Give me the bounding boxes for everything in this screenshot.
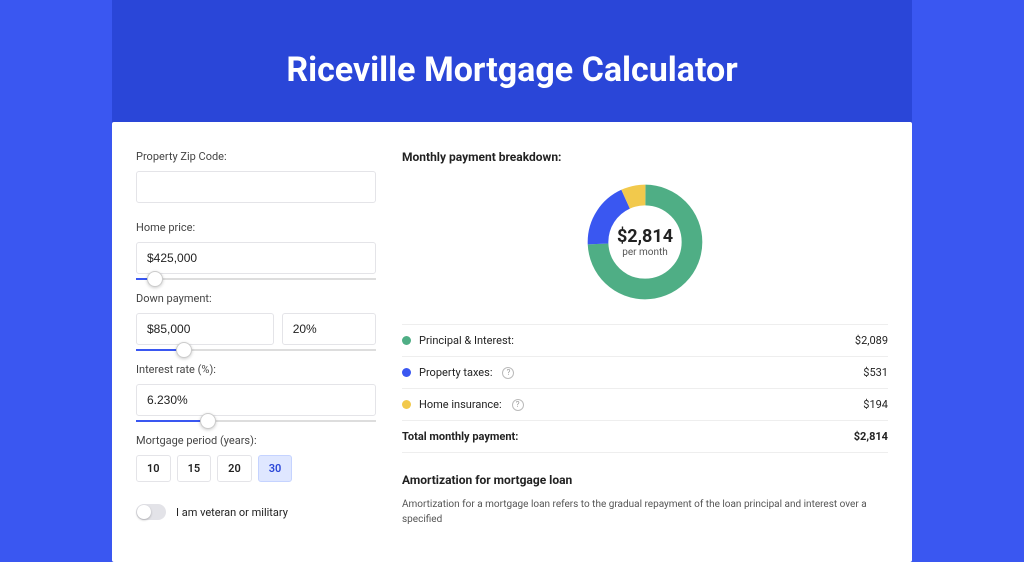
breakdown-label: Principal & Interest:: [419, 334, 514, 347]
breakdown-table: Principal & Interest: $2,089 Property taxe…: [402, 324, 888, 453]
legend-dot: [402, 368, 411, 377]
donut-sub: per month: [622, 247, 668, 258]
inputs-panel: Property Zip Code: Home price: Down paym…: [136, 150, 376, 562]
amortization-body: Amortization for a mortgage loan refers …: [402, 497, 888, 527]
zip-label: Property Zip Code:: [136, 150, 376, 163]
home-price-input[interactable]: [136, 242, 376, 274]
down-payment-percent-input[interactable]: [282, 313, 376, 345]
amortization-title: Amortization for mortgage loan: [402, 473, 888, 487]
interest-rate-field-wrap: Interest rate (%):: [136, 363, 376, 416]
zip-field-wrap: Property Zip Code:: [136, 150, 376, 203]
veteran-label: I am veteran or military: [176, 506, 288, 519]
donut-center: $2,814 per month: [583, 180, 707, 304]
breakdown-amount: $2,089: [855, 334, 888, 347]
period-chip-15[interactable]: 15: [177, 455, 212, 482]
veteran-row: I am veteran or military: [136, 504, 376, 520]
donut-chart: $2,814 per month: [583, 180, 707, 304]
app-frame: Riceville Mortgage Calculator Property Z…: [112, 0, 912, 562]
breakdown-total-label: Total monthly payment:: [402, 430, 518, 443]
period-chip-10[interactable]: 10: [136, 455, 171, 482]
legend-dot: [402, 336, 411, 345]
home-price-slider[interactable]: [136, 278, 376, 280]
donut-total: $2,814: [617, 226, 673, 247]
mortgage-period-chips: 10152030: [136, 455, 376, 482]
breakdown-amount: $531: [863, 366, 888, 379]
calculator-card: Property Zip Code: Home price: Down paym…: [112, 122, 912, 562]
breakdown-row: Principal & Interest: $2,089: [402, 325, 888, 357]
home-price-label: Home price:: [136, 221, 376, 234]
breakdown-label: Home insurance:: [419, 398, 502, 411]
breakdown-total-amount: $2,814: [854, 430, 888, 443]
amortization-section: Amortization for mortgage loan Amortizat…: [402, 473, 888, 527]
info-icon[interactable]: ?: [512, 399, 524, 411]
down-payment-label: Down payment:: [136, 292, 376, 305]
legend-dot: [402, 400, 411, 409]
donut-wrap: $2,814 per month: [402, 180, 888, 304]
period-chip-30[interactable]: 30: [258, 455, 293, 482]
home-price-field-wrap: Home price:: [136, 221, 376, 274]
results-panel: Monthly payment breakdown: $2,814 per mo…: [402, 150, 888, 562]
interest-rate-slider[interactable]: [136, 420, 376, 422]
down-payment-amount-input[interactable]: [136, 313, 274, 345]
interest-rate-label: Interest rate (%):: [136, 363, 376, 376]
period-chip-20[interactable]: 20: [217, 455, 252, 482]
veteran-toggle[interactable]: [136, 504, 166, 520]
breakdown-amount: $194: [863, 398, 888, 411]
zip-input[interactable]: [136, 171, 376, 203]
breakdown-row: Home insurance:? $194: [402, 389, 888, 421]
breakdown-total-row: Total monthly payment: $2,814: [402, 421, 888, 453]
info-icon[interactable]: ?: [502, 367, 514, 379]
breakdown-row: Property taxes:? $531: [402, 357, 888, 389]
mortgage-period-label: Mortgage period (years):: [136, 434, 376, 447]
interest-rate-input[interactable]: [136, 384, 376, 416]
down-payment-slider[interactable]: [136, 349, 376, 351]
breakdown-label: Property taxes:: [419, 366, 492, 379]
down-payment-field-wrap: Down payment:: [136, 292, 376, 345]
breakdown-heading: Monthly payment breakdown:: [402, 150, 888, 164]
page-title: Riceville Mortgage Calculator: [112, 50, 912, 90]
